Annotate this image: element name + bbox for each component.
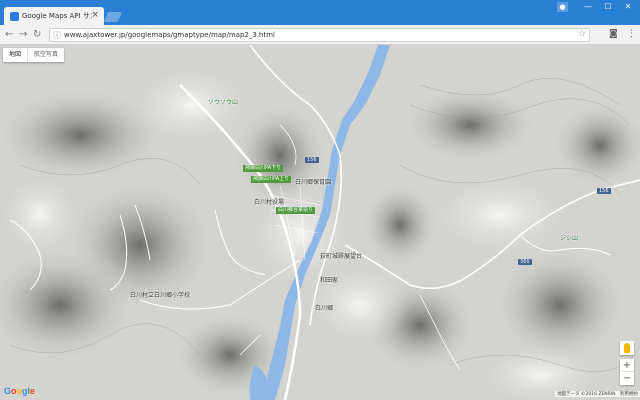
- info-icon[interactable]: ⓘ: [53, 30, 61, 41]
- zoom-out-button[interactable]: −: [620, 372, 634, 385]
- address-bar[interactable]: ⓘ www.ajaxtower.jp/googlemaps/gmaptype/m…: [49, 28, 590, 42]
- menu-icon[interactable]: ⋮: [627, 29, 636, 39]
- map-label-pa-up: 飛騨白川PA上り: [251, 176, 292, 183]
- camera-icon[interactable]: ◙: [609, 29, 618, 39]
- tab-title: Google Maps API サンプル: [22, 12, 92, 20]
- maximize-button[interactable]: ☐: [598, 0, 618, 14]
- zoom-in-button[interactable]: +: [620, 359, 634, 372]
- map-label-mountain-1: ソウソウ山: [208, 99, 239, 106]
- browser-toolbar: ← → ↻ ⓘ www.ajaxtower.jp/googlemaps/gmap…: [0, 25, 640, 45]
- street-view-pegman-icon[interactable]: [620, 341, 634, 355]
- zoom-control: + −: [620, 359, 634, 385]
- url-text: www.ajaxtower.jp/googlemaps/gmaptype/map…: [64, 31, 275, 39]
- google-logo[interactable]: Google: [4, 386, 35, 396]
- minimize-button[interactable]: —: [578, 0, 598, 14]
- reload-icon[interactable]: ↻: [33, 29, 41, 40]
- map-type-control: 地図 航空写真: [3, 48, 65, 62]
- map-attribution[interactable]: 地図データ ©2016 ZENRIN 利用規約: [555, 391, 640, 397]
- tab-close-icon[interactable]: ×: [91, 10, 99, 20]
- map-label-mountain-2: ジシ山: [560, 235, 579, 242]
- tab-strip: Google Maps API サンプル × ● — ☐ ✕: [0, 0, 640, 26]
- map-canvas[interactable]: 地図 航空写真 ソウソウ山 ジシ山 飛騨白川PA下り 飛騨白川PA上り 白川郷保…: [0, 45, 640, 400]
- page-favicon-icon: [10, 12, 19, 21]
- map-label-ogimachi: 荻町城跡展望台: [320, 253, 363, 260]
- route-shield-156-east: 156: [597, 188, 611, 194]
- map-label-cultural-site: 白川郷合掌造り: [276, 207, 316, 214]
- back-icon[interactable]: ←: [5, 29, 13, 40]
- profile-icon[interactable]: ●: [557, 2, 568, 12]
- route-shield-360: 360: [518, 259, 532, 265]
- map-label-pa-down: 飛騨白川PA下り: [243, 165, 284, 172]
- map-type-satellite[interactable]: 航空写真: [27, 48, 64, 62]
- browser-tab[interactable]: Google Maps API サンプル ×: [4, 7, 104, 26]
- browser-window: Google Maps API サンプル × ● — ☐ ✕ ← → ↻ ⓘ w…: [0, 0, 640, 400]
- map-type-roadmap[interactable]: 地図: [3, 48, 27, 62]
- map-label-wada-house: 和田家: [320, 277, 339, 284]
- forward-icon[interactable]: →: [19, 29, 27, 40]
- bookmark-star-icon[interactable]: ☆: [578, 29, 586, 39]
- map-label-school-2: 白川村立白川郷小学校: [130, 292, 191, 299]
- new-tab-button[interactable]: [103, 12, 123, 22]
- map-label-village-office: 白川村役場: [254, 199, 285, 206]
- route-shield-156: 156: [305, 157, 319, 163]
- map-label-shirakawa-go: 白川郷: [315, 305, 334, 312]
- terrain-map: [0, 45, 640, 400]
- map-label-school-1: 白川郷保育園: [295, 179, 332, 186]
- close-window-button[interactable]: ✕: [618, 0, 638, 14]
